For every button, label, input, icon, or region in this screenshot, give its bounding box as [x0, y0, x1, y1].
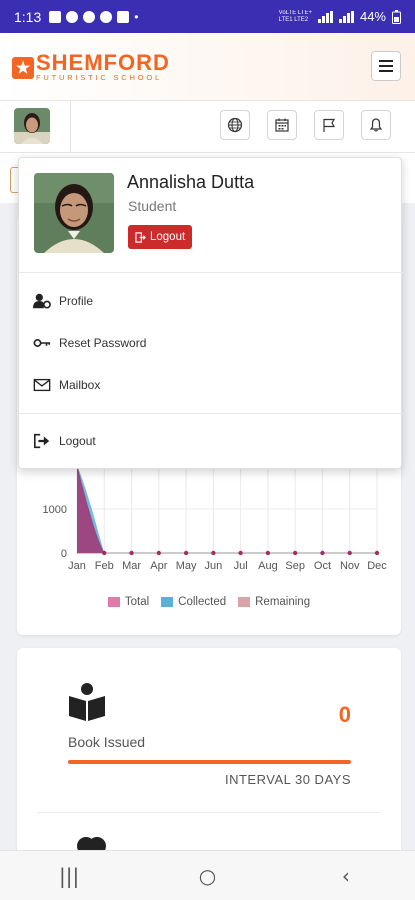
signal-icon [317, 10, 333, 23]
legend-label: Remaining [255, 596, 311, 608]
data-point [211, 550, 216, 556]
data-point [129, 550, 134, 556]
book-interval: INTERVAL 30 DAYS [224, 772, 351, 787]
x-tick-label: May [176, 560, 197, 572]
globe-icon [227, 117, 243, 133]
logo-name: SHEMFORD [36, 50, 170, 75]
status-bar: 1:13 • VoLTE LTE+ LTE1 LTE2 44% [0, 0, 415, 33]
menu-item-profile[interactable]: Profile [33, 292, 93, 310]
legend-swatch [161, 597, 174, 607]
battery-level: 44% [359, 9, 386, 24]
calendar-button[interactable] [267, 110, 297, 140]
x-tick-label: Jun [204, 560, 222, 572]
more-dot-icon: • [134, 9, 139, 24]
data-point [156, 550, 162, 556]
recents-button[interactable]: ||| [49, 864, 89, 888]
x-tick-label: Jul [234, 560, 248, 572]
x-tick-label: Jan [68, 560, 86, 572]
logo-star-icon: ★ [12, 56, 34, 79]
menu-item-logout[interactable]: Logout [33, 432, 96, 450]
legend-swatch [238, 597, 251, 607]
book-reader-icon [69, 683, 105, 721]
sign-out-icon [33, 433, 50, 449]
envelope-icon [33, 378, 51, 392]
key-icon [33, 339, 51, 347]
notification-icons: • [49, 10, 138, 24]
x-tick-label: Oct [314, 560, 331, 572]
status-right: VoLTE LTE+ LTE1 LTE2 44% [279, 9, 401, 24]
android-nav-bar: ||| ○ ‹ [0, 850, 415, 900]
x-tick-label: Nov [340, 560, 360, 572]
user-profile-dropdown: Annalisha Dutta Student Logout Profile R… [18, 157, 403, 469]
sign-out-icon [135, 231, 146, 243]
status-time: 1:13 [14, 8, 42, 25]
x-tick-label: Sep [285, 560, 305, 572]
data-point [347, 550, 352, 556]
data-point [292, 550, 298, 556]
data-point [102, 550, 107, 556]
legend-item[interactable]: Collected [161, 596, 226, 608]
x-tick-label: Aug [258, 560, 278, 572]
book-issued-count: 0 [338, 702, 351, 727]
app-header: ★ SHEMFORD FUTURISTIC SCHOOL [0, 33, 415, 101]
data-point [265, 550, 271, 556]
notification-icon [100, 10, 113, 23]
hamburger-menu-button[interactable] [371, 51, 401, 81]
notification-icon [66, 10, 79, 23]
data-point [238, 550, 243, 556]
back-button[interactable]: ‹ [326, 864, 366, 888]
battery-icon [392, 9, 401, 24]
image-icon [117, 10, 130, 23]
logout-button[interactable]: Logout [128, 225, 193, 249]
flag-button[interactable] [314, 110, 344, 140]
notification-icon [83, 10, 96, 23]
menu-item-mailbox[interactable]: Mailbox [33, 376, 100, 394]
notifications-button[interactable] [361, 110, 391, 140]
book-progress-bar [68, 760, 351, 764]
home-button[interactable]: ○ [187, 864, 227, 888]
x-tick-label: Dec [367, 560, 387, 572]
school-logo[interactable]: ★ SHEMFORD FUTURISTIC SCHOOL [12, 50, 170, 82]
legend-item[interactable]: Remaining [238, 596, 310, 608]
profile-photo [34, 173, 114, 253]
y-tick-label: 1000 [43, 504, 67, 516]
top-toolbar [0, 101, 415, 153]
network-label: VoLTE LTE+ LTE1 LTE2 [278, 9, 312, 23]
user-cog-icon [33, 293, 51, 309]
y-tick-label: 0 [61, 548, 67, 560]
data-point [183, 550, 189, 556]
menu-item-reset-password[interactable]: Reset Password [33, 334, 146, 352]
legend-label: Collected [178, 596, 227, 608]
legend-item[interactable]: Total [107, 596, 150, 608]
flag-icon [323, 118, 336, 132]
x-tick-label: Feb [95, 560, 114, 572]
legend-label: Total [124, 596, 150, 608]
user-name: Annalisha Dutta [127, 172, 255, 192]
x-tick-label: Mar [122, 560, 141, 572]
user-role: Student [128, 198, 177, 214]
legend-swatch [107, 597, 120, 607]
chart-legend: Total Collected Remaining [17, 596, 401, 608]
data-point [320, 550, 325, 556]
data-point [374, 550, 380, 556]
logo-tagline: FUTURISTIC SCHOOL [36, 73, 162, 82]
globe-button[interactable] [220, 110, 250, 140]
user-avatar[interactable] [14, 108, 50, 144]
calendar-icon [275, 118, 289, 132]
x-tick-label: Apr [150, 560, 167, 572]
signal-icon [338, 10, 354, 23]
message-icon [49, 10, 62, 23]
book-issued-label: Book Issued [68, 734, 146, 750]
bell-icon [369, 118, 383, 132]
